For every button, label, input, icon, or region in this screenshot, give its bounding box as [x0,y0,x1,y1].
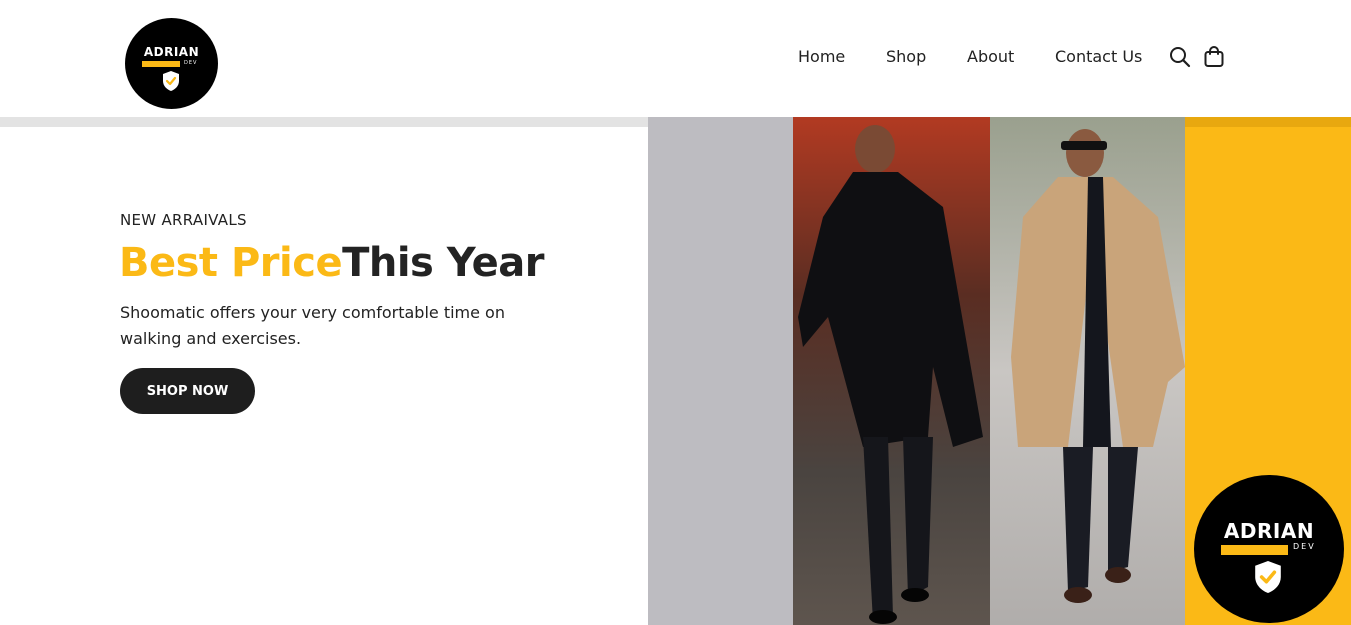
hero-grey-panel [648,117,793,625]
hero-headline: Best PriceThis Year [119,240,544,286]
hero-top-band [0,117,648,127]
shield-check-icon [1255,561,1281,593]
badge-accent-bar [1221,545,1288,555]
brand-logo[interactable]: ADRIAN DEV [125,18,218,109]
logo-sub-text: DEV [184,60,198,66]
headline-highlight: Best Price [119,240,343,286]
search-icon[interactable] [1168,45,1192,69]
hero-models-image [793,117,1185,625]
hero-description: Shoomatic offers your very comfortable t… [120,303,505,348]
nav-home[interactable]: Home [798,47,845,66]
logo-accent-bar [142,61,180,67]
badge-sub-text: DEV [1293,542,1316,551]
hero-eyebrow: NEW ARRAIVALS [120,211,247,229]
logo-brand-text: ADRIAN [143,45,200,59]
shield-check-icon [163,71,179,91]
shopping-bag-icon[interactable] [1202,45,1226,69]
shop-now-button[interactable]: SHOP NOW [120,368,255,414]
headline-rest: This Year [342,240,544,286]
yellow-panel-strip [1185,117,1351,127]
brand-badge: ADRIAN DEV [1194,475,1344,623]
nav-about[interactable]: About [967,47,1014,66]
badge-brand-text: ADRIAN [1223,519,1315,543]
nav-contact-us[interactable]: Contact Us [1055,47,1142,66]
nav-shop[interactable]: Shop [886,47,926,66]
site-header: ADRIAN DEV Home Shop About Contact Us [0,0,1351,117]
